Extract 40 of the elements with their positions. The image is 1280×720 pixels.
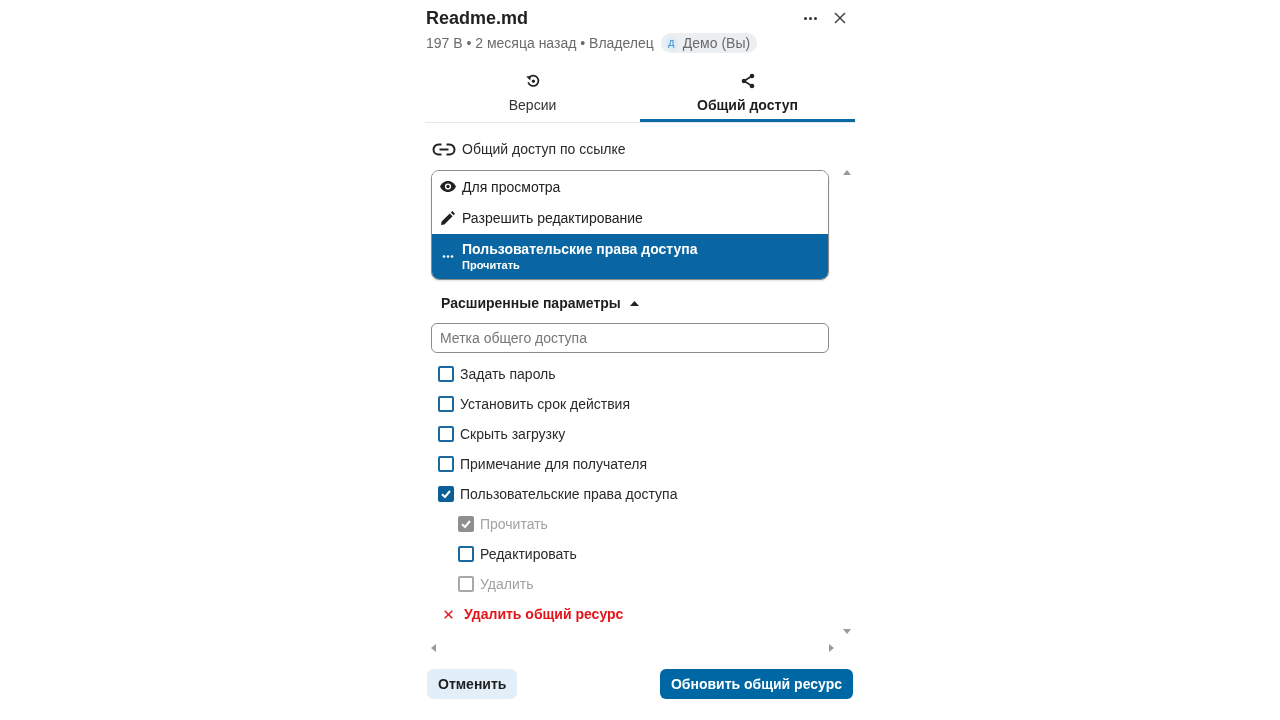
pencil-icon	[440, 211, 456, 225]
dots-icon	[440, 255, 456, 258]
update-share-button[interactable]: Обновить общий ресурс	[659, 669, 853, 699]
history-icon	[524, 73, 541, 89]
scroll-right-arrow-icon[interactable]	[829, 644, 834, 652]
avatar: Д	[664, 36, 678, 50]
scroll-left-arrow-icon[interactable]	[431, 644, 436, 652]
link-icon	[432, 142, 456, 156]
tab[interactable]: Общий доступ	[640, 68, 855, 122]
close-icon	[834, 12, 846, 24]
permission-option[interactable]: Пользовательские права доступа Прочитать	[432, 234, 828, 279]
cross-icon	[444, 609, 453, 619]
more-icon	[803, 16, 817, 20]
owner-name: Демо (Вы)	[682, 35, 751, 51]
checkbox-label[interactable]: Скрыть загрузку	[460, 426, 566, 442]
checkbox[interactable]	[438, 366, 454, 382]
advanced-toggle[interactable]: Расширенные параметры	[431, 292, 639, 314]
permission-option[interactable]: Разрешить редактирование	[432, 202, 828, 234]
file-meta: 197 B • 2 месяца назад • Владелец	[426, 35, 654, 51]
checkbox[interactable]	[438, 396, 454, 412]
checkbox[interactable]	[438, 456, 454, 472]
share-label-input[interactable]: Метка общего доступа	[431, 323, 829, 353]
checkbox[interactable]	[438, 486, 454, 502]
permission-option[interactable]: Для просмотра	[432, 171, 828, 202]
delete-share-button[interactable]: Удалить общий ресурс	[431, 599, 624, 629]
checkbox-label[interactable]: Пользовательские права доступа	[460, 486, 678, 502]
checkbox-label[interactable]: Задать пароль	[460, 366, 556, 382]
scroll-down-arrow-icon[interactable]	[843, 629, 851, 634]
checkbox-label[interactable]: Установить срок действия	[460, 396, 630, 412]
file-title: Readme.md	[425, 7, 530, 30]
checkbox[interactable]	[458, 546, 474, 562]
eye-icon	[440, 181, 456, 192]
checkbox-label[interactable]: Примечание для получателя	[460, 456, 648, 472]
scroll-up-arrow-icon[interactable]	[843, 170, 851, 175]
section-heading: Общий доступ по ссылке	[462, 141, 626, 157]
checkbox[interactable]	[438, 426, 454, 442]
share-icon	[739, 73, 756, 89]
tab[interactable]: Версии	[425, 68, 640, 122]
checkbox-label[interactable]: Редактировать	[480, 546, 577, 562]
cancel-button[interactable]: Отменить	[427, 669, 518, 699]
